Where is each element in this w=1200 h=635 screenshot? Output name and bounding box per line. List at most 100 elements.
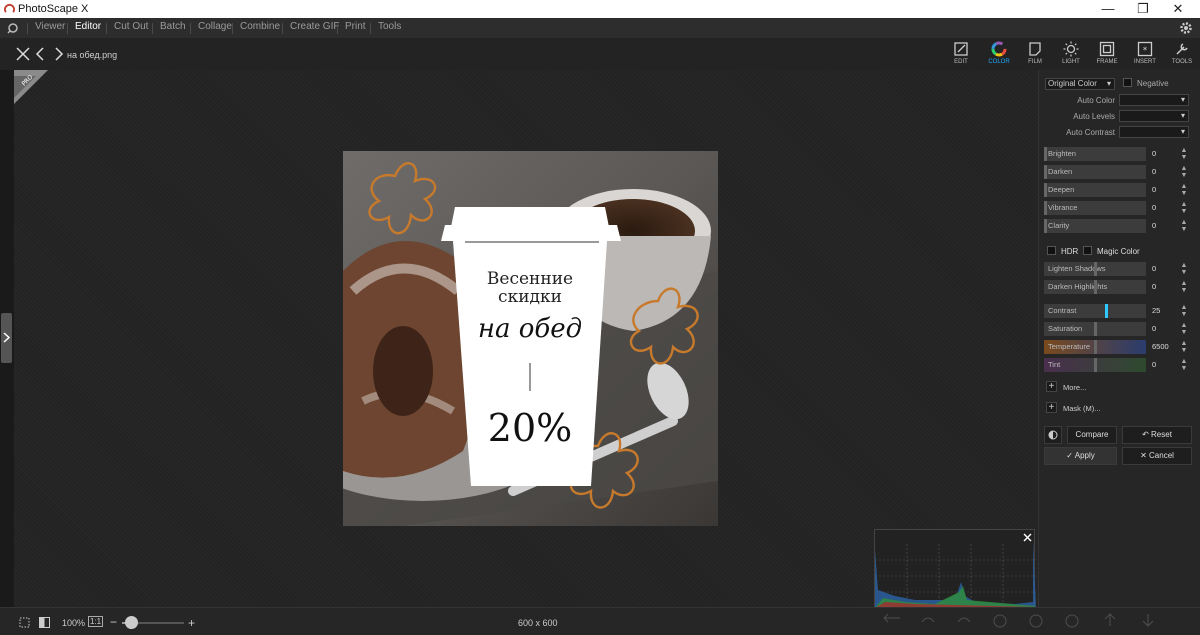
slider-knob[interactable] xyxy=(1044,201,1047,215)
menu-create-gif[interactable]: Create GIF xyxy=(290,21,339,32)
tab-film[interactable]: FILM xyxy=(1017,40,1053,70)
menu-combine[interactable]: Combine xyxy=(240,21,280,32)
slider-knob[interactable] xyxy=(1044,165,1047,179)
reset-button[interactable]: ↶ Reset xyxy=(1122,426,1192,444)
slider-knob[interactable] xyxy=(1094,322,1097,336)
stepper-arrows-icon[interactable]: ▲ ▼ xyxy=(1180,201,1188,215)
expand-left-panel-button[interactable] xyxy=(1,313,12,363)
magic-color-checkbox[interactable] xyxy=(1083,246,1092,255)
menu-print[interactable]: Print xyxy=(345,21,366,32)
slider-knob[interactable] xyxy=(1105,304,1108,318)
slider-value[interactable]: 6500 xyxy=(1152,340,1169,354)
tab-light[interactable]: LIGHT xyxy=(1053,40,1089,70)
hdr-label: HDR xyxy=(1061,247,1079,256)
stepper-arrows-icon[interactable]: ▲ ▼ xyxy=(1180,322,1188,336)
stepper-arrows-icon[interactable]: ▲ ▼ xyxy=(1180,147,1188,161)
slider-label: Tint xyxy=(1048,360,1061,369)
close-icon[interactable] xyxy=(15,46,31,62)
stepper-arrows-icon[interactable]: ▲ ▼ xyxy=(1180,280,1188,294)
slider-knob[interactable] xyxy=(1044,219,1047,233)
split-view-button[interactable] xyxy=(1044,426,1062,444)
auto-color-select[interactable] xyxy=(1119,94,1189,106)
chevron-left-icon[interactable] xyxy=(33,46,49,62)
stepper-arrows-icon[interactable]: ▲ ▼ xyxy=(1180,304,1188,318)
tab-edit[interactable]: EDIT xyxy=(943,40,979,70)
slider-knob[interactable] xyxy=(1094,340,1097,354)
slider-knob[interactable] xyxy=(1044,183,1047,197)
menu-batch[interactable]: Batch xyxy=(160,21,186,32)
slider-value[interactable]: 25 xyxy=(1152,304,1160,318)
slider-value[interactable]: 0 xyxy=(1152,219,1156,233)
tab-insert[interactable]: * INSERT xyxy=(1127,40,1163,70)
hdr-checkbox[interactable] xyxy=(1047,246,1056,255)
slider-value[interactable]: 0 xyxy=(1152,358,1156,372)
apply-button[interactable]: ✓ Apply xyxy=(1044,447,1117,465)
tone-slider-tint[interactable]: Tint xyxy=(1044,358,1146,372)
basic-slider-darken[interactable]: Darken xyxy=(1044,165,1146,179)
menu-collage[interactable]: Collage xyxy=(198,21,232,32)
zoom-out-button[interactable]: − xyxy=(110,615,117,629)
zoom-percent[interactable]: 100% xyxy=(62,618,85,628)
stepper-arrows-icon[interactable]: ▲ ▼ xyxy=(1180,183,1188,197)
light-slider-lighten-shadows[interactable]: Lighten Shadows xyxy=(1044,262,1146,276)
slider-knob[interactable] xyxy=(1094,358,1097,372)
gear-icon[interactable] xyxy=(1179,21,1193,35)
zoom-slider-track[interactable] xyxy=(122,616,184,629)
basic-slider-brighten[interactable]: Brighten xyxy=(1044,147,1146,161)
basic-slider-clarity[interactable]: Clarity xyxy=(1044,219,1146,233)
stepper-arrows-icon[interactable]: ▲ ▼ xyxy=(1180,262,1188,276)
light-slider-darken-highlights[interactable]: Darken Highlights xyxy=(1044,280,1146,294)
compare-icon xyxy=(1029,614,1043,628)
menu-cut-out[interactable]: Cut Out xyxy=(114,21,148,32)
tone-slider-saturation[interactable]: Saturation xyxy=(1044,322,1146,336)
pro-badge[interactable]: PRO xyxy=(14,70,48,104)
tab-tools-label: TOOLS xyxy=(1171,59,1193,65)
slider-value[interactable]: 0 xyxy=(1152,183,1156,197)
slider-value[interactable]: 0 xyxy=(1152,147,1156,161)
slider-value[interactable]: 0 xyxy=(1152,201,1156,215)
actual-size-button[interactable]: 1:1 xyxy=(88,616,104,627)
close-histogram-icon[interactable] xyxy=(1023,533,1032,542)
color-mode-select[interactable]: Original Color xyxy=(1045,78,1115,90)
search-icon[interactable] xyxy=(7,22,20,35)
slider-value[interactable]: 0 xyxy=(1152,322,1156,336)
tone-slider-contrast[interactable]: Contrast xyxy=(1044,304,1146,318)
zoom-in-button[interactable]: + xyxy=(188,616,195,630)
tab-tools[interactable]: TOOLS xyxy=(1164,40,1200,70)
auto-levels-select[interactable] xyxy=(1119,110,1189,122)
tone-slider-temperature[interactable]: Temperature xyxy=(1044,340,1146,354)
slider-knob[interactable] xyxy=(1094,262,1097,276)
frame-icon xyxy=(1099,41,1115,57)
mask-plus-button[interactable]: + xyxy=(1046,402,1057,413)
more-plus-button[interactable]: + xyxy=(1046,381,1057,392)
stepper-arrows-icon[interactable]: ▲ ▼ xyxy=(1180,358,1188,372)
menu-viewer[interactable]: Viewer xyxy=(35,21,65,32)
edited-image[interactable]: Весенние скидки на обед 20% xyxy=(343,151,718,526)
tab-frame[interactable]: FRAME xyxy=(1089,40,1125,70)
auto-contrast-select[interactable] xyxy=(1119,126,1189,138)
compare-button[interactable]: Compare xyxy=(1067,426,1117,444)
stepper-arrows-icon[interactable]: ▲ ▼ xyxy=(1180,340,1188,354)
menu-editor[interactable]: Editor xyxy=(75,21,101,32)
slider-value[interactable]: 0 xyxy=(1152,165,1156,179)
menu-tools[interactable]: Tools xyxy=(378,21,401,32)
chevron-right-icon[interactable] xyxy=(50,46,66,62)
basic-slider-vibrance[interactable]: Vibrance xyxy=(1044,201,1146,215)
mask-label[interactable]: Mask (M)... xyxy=(1063,404,1101,413)
close-window-button[interactable]: ✕ xyxy=(1155,0,1200,18)
slider-knob[interactable] xyxy=(1094,280,1097,294)
stepper-arrows-icon[interactable]: ▲ ▼ xyxy=(1180,165,1188,179)
negative-checkbox[interactable] xyxy=(1123,78,1132,87)
more-label[interactable]: More... xyxy=(1063,383,1086,392)
slider-value[interactable]: 0 xyxy=(1152,280,1156,294)
stepper-arrows-icon[interactable]: ▲ ▼ xyxy=(1180,219,1188,233)
slider-value[interactable]: 0 xyxy=(1152,262,1156,276)
editor-canvas[interactable]: Весенние скидки на обед 20% xyxy=(14,70,1038,607)
background-toggle-icon[interactable] xyxy=(38,616,51,629)
slider-knob[interactable] xyxy=(1044,147,1047,161)
zoom-slider-knob[interactable] xyxy=(125,616,139,629)
cancel-button[interactable]: ✕ Cancel xyxy=(1122,447,1192,465)
crop-selection-icon[interactable] xyxy=(18,616,31,629)
basic-slider-deepen[interactable]: Deepen xyxy=(1044,183,1146,197)
tab-color[interactable]: COLOR xyxy=(981,40,1017,70)
